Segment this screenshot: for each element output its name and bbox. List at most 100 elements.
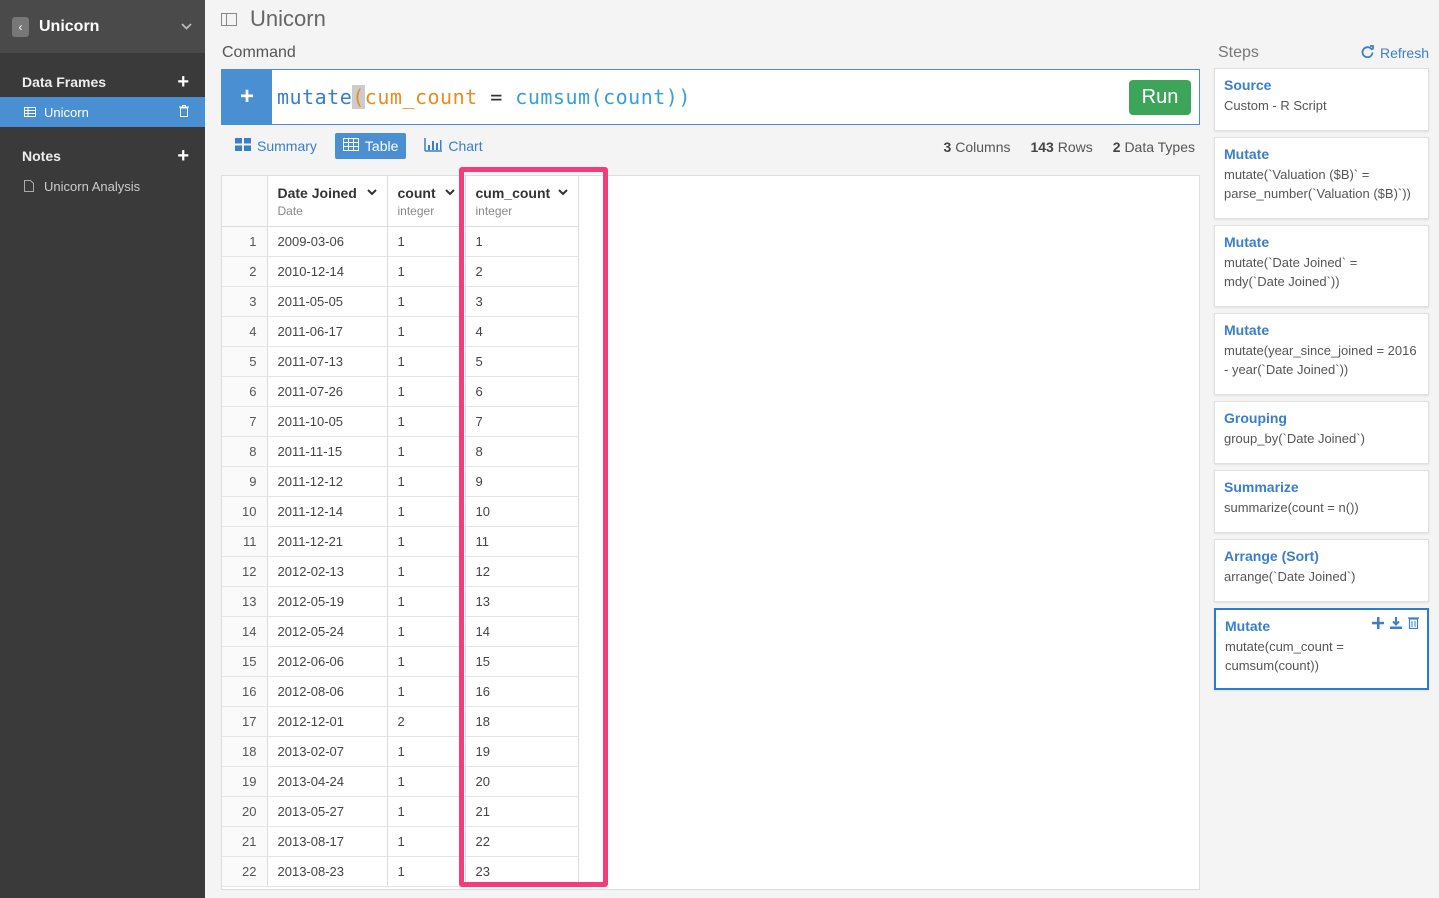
table-cell[interactable]: 1	[387, 226, 466, 257]
column-header-cum-count[interactable]: cum_count integer	[465, 176, 579, 227]
table-cell[interactable]: 16	[465, 676, 579, 707]
table-cell[interactable]: 2011-12-12	[267, 466, 388, 497]
table-cell[interactable]: 13	[465, 586, 579, 617]
table-cell[interactable]: 2011-05-05	[267, 286, 388, 317]
back-icon[interactable]: ‹	[12, 16, 29, 37]
table-cell[interactable]: 14	[465, 616, 579, 647]
table-cell[interactable]: 1	[387, 346, 466, 377]
step-item[interactable]: Mutate mutate(year_since_joined = 2016 - …	[1214, 313, 1429, 395]
table-cell[interactable]: 20	[465, 766, 579, 797]
table-cell[interactable]: 2011-12-14	[267, 496, 388, 527]
tab-chart[interactable]: Chart	[420, 133, 486, 159]
sidebar-item-unicorn-analysis[interactable]: Unicorn Analysis	[0, 171, 205, 201]
table-cell[interactable]: 2012-05-19	[267, 586, 388, 617]
table-cell[interactable]: 19	[465, 736, 579, 767]
table-cell[interactable]: 21	[465, 796, 579, 827]
table-cell[interactable]: 23	[465, 856, 579, 887]
table-cell[interactable]: 2012-05-24	[267, 616, 388, 647]
table-cell[interactable]: 1	[465, 226, 579, 257]
table-cell[interactable]: 22	[465, 826, 579, 857]
run-button[interactable]: Run	[1129, 79, 1191, 115]
table-cell[interactable]: 1	[387, 556, 466, 587]
add-step-icon[interactable]	[1372, 616, 1384, 632]
table-cell[interactable]: 2012-02-13	[267, 556, 388, 587]
table-cell[interactable]: 2012-08-06	[267, 676, 388, 707]
table-cell[interactable]: 2012-06-06	[267, 646, 388, 677]
table-cell[interactable]: 2011-07-26	[267, 376, 388, 407]
step-item[interactable]: Mutate mutate(`Valuation ($B)` = parse_nu…	[1214, 137, 1429, 219]
table-cell[interactable]: 1	[387, 856, 466, 887]
table-cell[interactable]: 2013-05-27	[267, 796, 388, 827]
table-cell[interactable]: 1	[387, 736, 466, 767]
table-cell[interactable]: 11	[465, 526, 579, 557]
trash-icon[interactable]	[1408, 616, 1419, 632]
table-cell[interactable]: 1	[387, 376, 466, 407]
column-header-count[interactable]: count integer	[387, 176, 466, 227]
step-item[interactable]: Summarize summarize(count = n())	[1214, 470, 1429, 533]
table-cell[interactable]: 2009-03-06	[267, 226, 388, 257]
table-cell[interactable]: 2011-11-15	[267, 436, 388, 467]
table-cell[interactable]: 2012-12-01	[267, 706, 388, 737]
table-cell[interactable]: 8	[465, 436, 579, 467]
chevron-down-icon[interactable]	[366, 188, 377, 199]
panel-icon[interactable]	[221, 12, 237, 26]
add-command-button[interactable]: +	[222, 70, 272, 124]
table-cell[interactable]: 2011-12-21	[267, 526, 388, 557]
table-cell[interactable]: 2	[465, 256, 579, 287]
table-cell[interactable]: 2013-02-07	[267, 736, 388, 767]
data-table[interactable]: Date Joined Date count integer cum_count…	[221, 175, 1200, 890]
table-cell[interactable]: 4	[465, 316, 579, 347]
table-cell[interactable]: 2013-08-17	[267, 826, 388, 857]
chevron-down-icon[interactable]	[444, 188, 455, 199]
column-header-date-joined[interactable]: Date Joined Date	[267, 176, 388, 227]
tab-summary[interactable]: Summary	[231, 133, 321, 159]
tab-table[interactable]: Table	[334, 133, 407, 159]
table-cell[interactable]: 2013-04-24	[267, 766, 388, 797]
sidebar-item-unicorn[interactable]: Unicorn	[0, 97, 205, 127]
table-cell[interactable]: 1	[387, 646, 466, 677]
refresh-button[interactable]: Refresh	[1361, 45, 1429, 61]
table-cell[interactable]: 15	[465, 646, 579, 677]
table-cell[interactable]: 2	[387, 706, 466, 737]
chevron-down-icon[interactable]	[179, 20, 193, 34]
table-cell[interactable]: 1	[387, 586, 466, 617]
table-cell[interactable]: 1	[387, 526, 466, 557]
table-cell[interactable]: 1	[387, 616, 466, 647]
step-item[interactable]: Mutate mutate(`Date Joined` = mdy(`Date J…	[1214, 225, 1429, 307]
table-cell[interactable]: 1	[387, 796, 466, 827]
table-cell[interactable]: 2011-10-05	[267, 406, 388, 437]
project-header[interactable]: ‹ Unicorn	[0, 0, 205, 53]
table-cell[interactable]: 2010-12-14	[267, 256, 388, 287]
table-cell[interactable]: 18	[465, 706, 579, 737]
command-input[interactable]: + mutate(cum_count = cumsum(count)) Run	[221, 69, 1200, 125]
chevron-down-icon[interactable]	[557, 188, 568, 199]
download-icon[interactable]	[1390, 616, 1402, 632]
table-cell[interactable]: 3	[465, 286, 579, 317]
table-cell[interactable]: 2013-08-23	[267, 856, 388, 887]
table-cell[interactable]: 2011-06-17	[267, 316, 388, 347]
step-item[interactable]: Source Custom - R Script	[1214, 68, 1429, 131]
table-cell[interactable]: 1	[387, 316, 466, 347]
step-item[interactable]: Grouping group_by(`Date Joined`)	[1214, 401, 1429, 464]
table-cell[interactable]: 1	[387, 766, 466, 797]
add-data-frame-icon[interactable]: +	[177, 72, 189, 92]
table-cell[interactable]: 5	[465, 346, 579, 377]
table-cell[interactable]: 1	[387, 676, 466, 707]
step-item[interactable]: Arrange (Sort) arrange(`Date Joined`)	[1214, 539, 1429, 602]
table-cell[interactable]: 1	[387, 496, 466, 527]
table-cell[interactable]: 1	[387, 436, 466, 467]
table-cell[interactable]: 12	[465, 556, 579, 587]
table-cell[interactable]: 1	[387, 256, 466, 287]
table-cell[interactable]: 1	[387, 406, 466, 437]
table-cell[interactable]: 6	[465, 376, 579, 407]
table-cell[interactable]: 1	[387, 826, 466, 857]
command-code[interactable]: mutate(cum_count = cumsum(count))	[272, 85, 1129, 109]
table-cell[interactable]: 2011-07-13	[267, 346, 388, 377]
step-item[interactable]: Mutate mutate(cum_count = cumsum(count))	[1214, 608, 1429, 690]
table-cell[interactable]: 7	[465, 406, 579, 437]
add-note-icon[interactable]: +	[177, 146, 189, 166]
trash-icon[interactable]	[179, 104, 189, 120]
table-cell[interactable]: 10	[465, 496, 579, 527]
table-cell[interactable]: 1	[387, 466, 466, 497]
table-cell[interactable]: 9	[465, 466, 579, 497]
